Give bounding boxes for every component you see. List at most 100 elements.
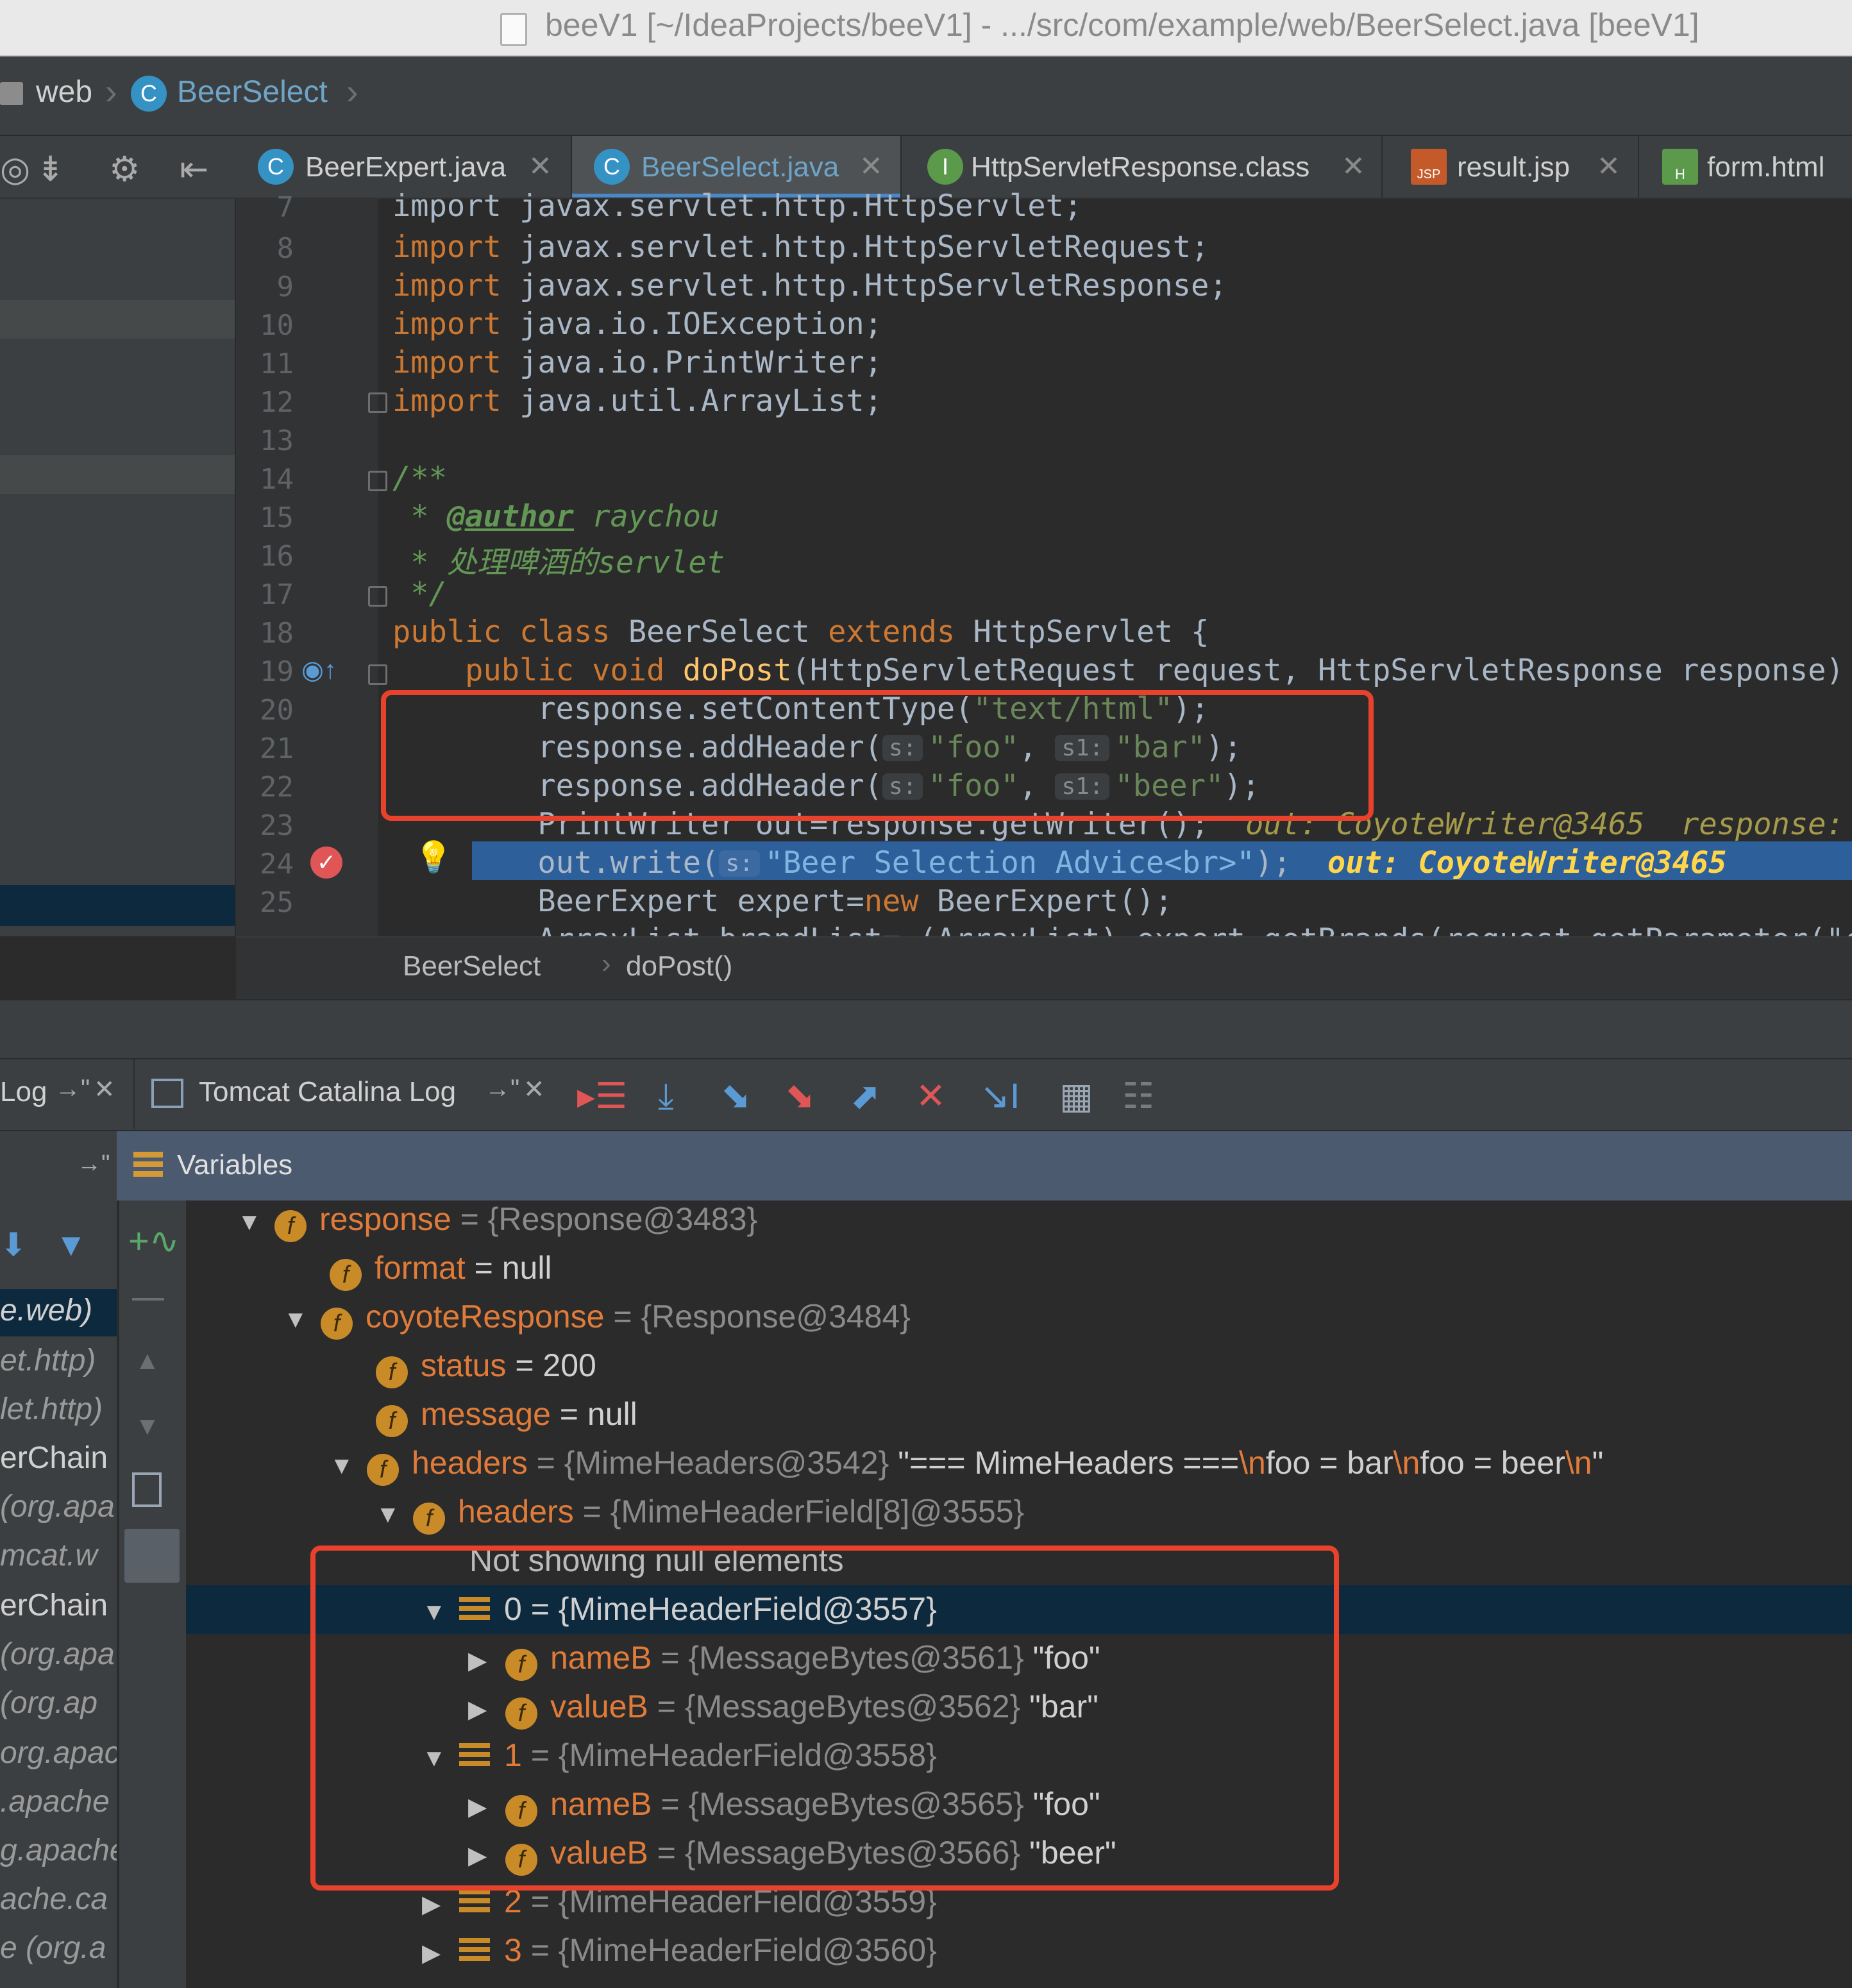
frame-item[interactable]: erChain — [0, 1440, 117, 1476]
show-execution-point-icon[interactable]: ▸☰ — [577, 1075, 627, 1117]
step-out-icon[interactable]: ⬈ — [850, 1075, 880, 1117]
code-line-19: public void doPost(HttpServletRequest re… — [392, 653, 1852, 688]
frame-item[interactable]: (org.ap — [0, 1685, 117, 1721]
project-row[interactable] — [0, 300, 235, 339]
debug-tab-tomcat-log[interactable]: Tomcat Catalina Log — [199, 1076, 456, 1108]
html-file-icon: H — [1662, 149, 1698, 185]
filter-icon[interactable]: ▼ — [55, 1226, 87, 1263]
code-line-17: */ — [392, 576, 447, 611]
tab-label: HttpServletResponse.class — [971, 151, 1310, 183]
frame-item[interactable]: g.apache — [0, 1833, 117, 1868]
tab-result-jsp[interactable]: JSP result.jsp ✕ — [1383, 136, 1639, 198]
breadcrumb-method[interactable]: doPost() — [626, 950, 732, 982]
frame-item[interactable]: e.web) — [0, 1293, 117, 1328]
line-number: 17 — [260, 578, 294, 611]
code-line-10: import java.io.IOException; — [392, 307, 883, 342]
collapse-icon[interactable]: ⇟ — [36, 149, 65, 189]
line-number: 25 — [260, 886, 294, 919]
close-icon[interactable]: ✕ — [94, 1075, 115, 1104]
line-number: 24 — [260, 848, 294, 880]
close-icon[interactable]: ✕ — [1597, 150, 1620, 183]
close-icon[interactable]: ✕ — [523, 1075, 545, 1104]
folder-icon — [0, 82, 23, 105]
trace-icon[interactable]: ☷ — [1122, 1075, 1154, 1117]
interface-icon: I — [927, 149, 963, 185]
chevron-right-icon: › — [346, 71, 358, 112]
add-watch-icon[interactable]: +∿ — [128, 1220, 180, 1262]
close-icon[interactable]: ✕ — [859, 150, 883, 183]
breadcrumb-class[interactable]: BeerSelect — [403, 950, 541, 982]
line-number: 11 — [260, 348, 294, 380]
variables-title: Variables — [177, 1149, 293, 1181]
frame-item[interactable]: (org.apa — [0, 1637, 117, 1672]
project-panel[interactable] — [0, 199, 236, 936]
pin-icon[interactable]: →" — [55, 1075, 90, 1104]
frame-item[interactable]: e (org.a — [0, 1930, 117, 1966]
close-icon[interactable]: ✕ — [1342, 150, 1365, 183]
step-over-icon[interactable]: ⤓ — [658, 1075, 674, 1118]
frame-item[interactable]: (org.apa — [0, 1489, 117, 1524]
frame-item[interactable]: .apache — [0, 1784, 117, 1819]
tab-form-html[interactable]: H form.html — [1639, 136, 1852, 198]
frame-item[interactable]: et.http) — [0, 1343, 117, 1378]
document-icon — [500, 13, 527, 46]
fold-icon[interactable] — [368, 664, 387, 685]
target-icon[interactable]: ◎ — [0, 149, 30, 189]
fold-icon[interactable] — [368, 471, 387, 491]
line-number: 16 — [260, 540, 294, 573]
window-title: beeV1 [~/IdeaProjects/beeV1] - .../src/c… — [545, 7, 1699, 43]
arrow-down-icon[interactable]: ⬇ — [0, 1226, 27, 1263]
frame-item[interactable]: mcat.w — [0, 1538, 117, 1573]
frame-item[interactable]: org.apac — [0, 1735, 117, 1771]
chevron-right-icon: › — [602, 948, 611, 979]
variables-header: →" Variables — [0, 1131, 1852, 1200]
breakpoint-icon[interactable]: ✓ — [310, 847, 342, 879]
tab-label: BeerExpert.java — [305, 151, 507, 183]
gear-icon[interactable]: ⚙ — [109, 149, 140, 189]
fold-icon[interactable] — [368, 392, 387, 413]
window-title-bar: beeV1 [~/IdeaProjects/beeV1] - .../src/c… — [0, 0, 1852, 56]
drop-frame-icon[interactable]: ✕ — [916, 1075, 946, 1117]
var-row-headers[interactable]: ▼ f headers = {MimeHeaders@3542} "=== Mime… — [330, 1444, 1603, 1486]
nav-crumb-folder[interactable]: web — [36, 74, 92, 110]
tab-label: result.jsp — [1457, 151, 1570, 183]
var-row-field-3[interactable]: ▶ 3 = {MimeHeaderField@3560} — [422, 1932, 937, 1969]
line-number: 9 — [276, 271, 294, 303]
class-icon: C — [258, 149, 294, 185]
frame-item[interactable]: let.http) — [0, 1392, 117, 1427]
evaluate-icon[interactable]: ▦ — [1059, 1075, 1093, 1117]
var-row-response[interactable]: ▼ f response = {Response@3483} — [237, 1200, 757, 1242]
toggle-view-icon[interactable] — [124, 1529, 180, 1583]
code-line-8: import javax.servlet.http.HttpServletReq… — [392, 230, 1209, 265]
close-icon[interactable]: ✕ — [528, 150, 552, 183]
var-row-message[interactable]: f message = null — [376, 1395, 637, 1437]
nav-crumb-class[interactable]: BeerSelect — [177, 74, 328, 110]
override-icon[interactable]: ◉↑ — [301, 655, 337, 685]
code-line-14: /** — [392, 460, 447, 496]
var-row-coyote[interactable]: ▼ f coyoteResponse = {Response@3484} — [283, 1298, 911, 1340]
project-row[interactable] — [0, 455, 235, 494]
run-to-cursor-icon[interactable]: ↘I — [980, 1075, 1020, 1117]
pin-icon[interactable]: →" — [77, 1150, 110, 1178]
var-row-headers-array[interactable]: ▼ f headers = {MimeHeaderField[8]@3555} — [376, 1493, 1024, 1535]
code-line-26: ArrayList brandList= (ArrayList) expert.… — [392, 922, 1852, 936]
project-row-selected[interactable] — [0, 885, 235, 926]
debug-tab-log[interactable]: Log — [0, 1076, 47, 1108]
frame-item[interactable]: ache.ca — [0, 1882, 117, 1917]
line-number: 19 — [260, 655, 294, 688]
line-number: 14 — [260, 463, 294, 496]
minus-icon[interactable] — [132, 1298, 164, 1301]
frames-panel[interactable]: ⬇ ▼ e.web) et.http) let.http) erChain (o… — [0, 1200, 117, 1988]
arrow-down-icon[interactable]: ▼ — [135, 1412, 160, 1441]
copy-icon[interactable] — [132, 1472, 162, 1507]
arrow-up-icon[interactable]: ▲ — [135, 1347, 160, 1376]
frame-item[interactable]: erChain — [0, 1588, 117, 1623]
step-into-icon[interactable]: ⬊ — [721, 1075, 751, 1117]
divider — [133, 1059, 135, 1129]
var-row-status[interactable]: f status = 200 — [376, 1347, 596, 1388]
force-step-into-icon[interactable]: ⬊ — [785, 1075, 815, 1117]
pin-icon[interactable]: →" — [485, 1075, 519, 1104]
fold-icon[interactable] — [368, 586, 387, 607]
var-row-format[interactable]: f format = null — [330, 1249, 552, 1291]
hide-panel-icon[interactable]: ⇤ — [180, 149, 208, 189]
